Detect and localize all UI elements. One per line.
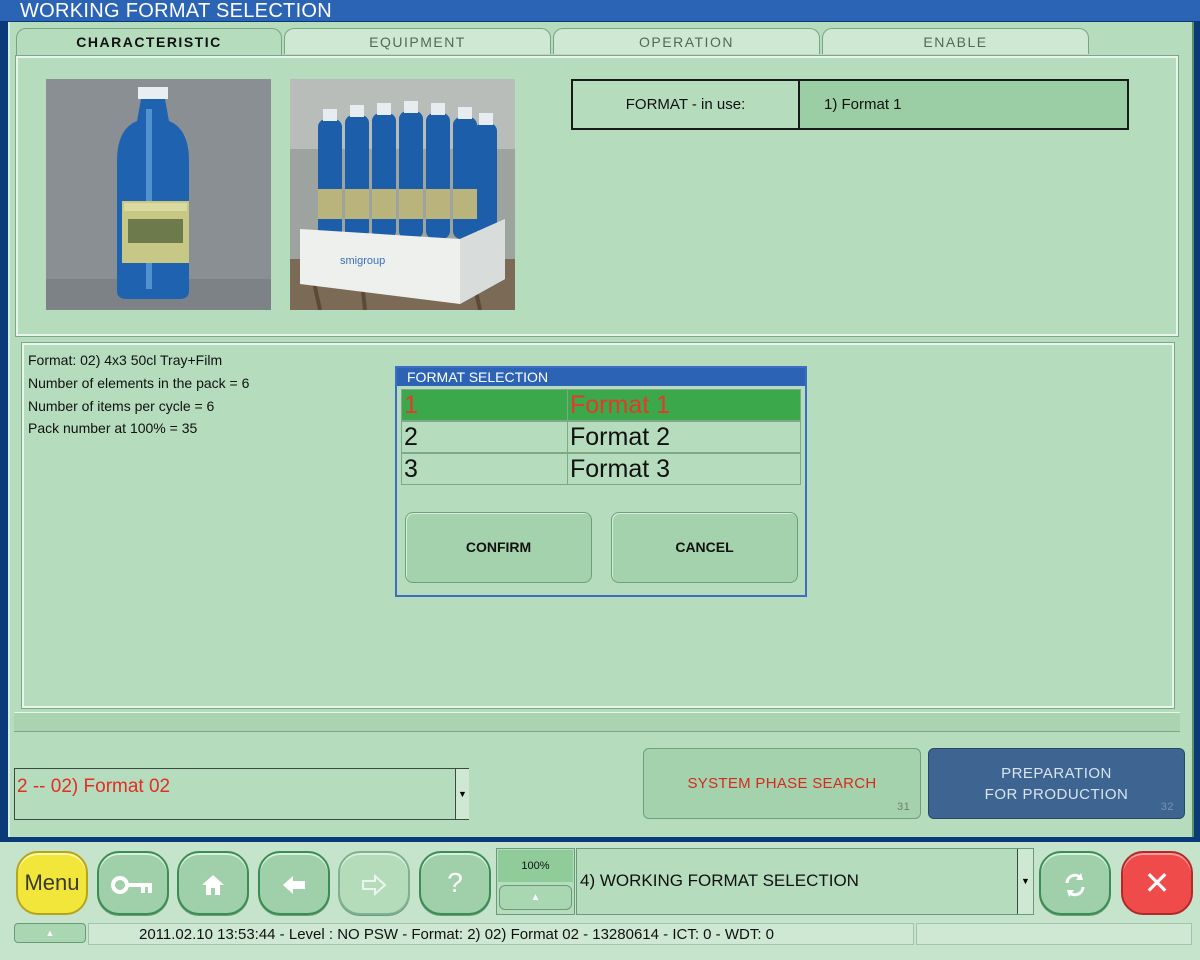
zoom-up-button[interactable]: ▲ [499,885,572,910]
zoom-level: 100% [498,850,573,882]
format-row-1[interactable]: 1 Format 1 [401,389,801,421]
info-items-per-cycle: Number of items per cycle = 6 [28,398,215,414]
chevron-down-icon[interactable]: ▼ [1017,849,1033,914]
page-selector[interactable]: 4) WORKING FORMAT SELECTION ▼ [576,848,1034,915]
format-row-name: Format 1 [567,389,801,421]
tab-characteristic[interactable]: CHARACTERISTIC [16,28,282,56]
window-title: WORKING FORMAT SELECTION [20,0,333,22]
info-format: Format: 02) 4x3 50cl Tray+Film [28,352,223,368]
separator-bar [14,712,1180,732]
back-arrow-icon[interactable] [258,851,330,915]
bottle-photo [46,79,271,310]
cancel-button[interactable]: CANCEL [611,512,798,583]
format-in-use-box: FORMAT - in use: 1) Format 1 [571,79,1129,130]
prep-label-line1: PREPARATION [1001,765,1112,782]
system-phase-search-label: SYSTEM PHASE SEARCH [687,775,877,792]
tab-enable[interactable]: ENABLE [822,28,1089,54]
prep-label-line2: FOR PRODUCTION [984,786,1129,803]
zoom-control: 100% ▲ [496,848,575,915]
current-page-label: 4) WORKING FORMAT SELECTION [580,871,859,890]
format-in-use-label: FORMAT - in use: [573,81,800,128]
info-pack-number: Pack number at 100% = 35 [28,420,198,436]
close-icon[interactable]: ✕ [1121,851,1193,915]
preparation-for-production-button[interactable]: PREPARATION FOR PRODUCTION 32 [928,748,1185,819]
button-number: 31 [897,801,910,813]
confirm-button[interactable]: CONFIRM [405,512,592,583]
info-elements-in-pack: Number of elements in the pack = 6 [28,375,250,391]
tab-equipment[interactable]: EQUIPMENT [284,28,551,54]
button-number: 32 [1160,801,1174,813]
format-row-name: Format 2 [567,421,801,453]
pack-brand-text: smigroup [340,255,385,267]
pack-photo: smigroup [290,79,515,310]
format-row-number: 2 [401,421,568,453]
status-bar: 2011.02.10 13:53:44 - Level : NO PSW - F… [88,923,914,945]
format-row-number: 3 [401,453,568,485]
format-combobox[interactable]: 2 -- 02) Format 02 ▼ [14,768,469,820]
format-selection-dialog: FORMAT SELECTION 1 Format 1 2 Format 2 3… [395,366,807,597]
format-row-2[interactable]: 2 Format 2 [401,421,801,453]
tab-operation[interactable]: OPERATION [553,28,820,54]
status-bar-right [916,923,1192,945]
format-in-use-value: 1) Format 1 [800,81,1127,128]
chevron-down-icon[interactable]: ▼ [455,769,469,819]
key-icon[interactable] [97,851,169,915]
home-icon[interactable] [177,851,249,915]
format-row-number: 1 [401,389,568,421]
window-title-bar: WORKING FORMAT SELECTION [0,0,1200,22]
system-phase-search-button[interactable]: SYSTEM PHASE SEARCH 31 [643,748,921,819]
menu-button[interactable]: Menu [16,851,88,915]
format-row-name: Format 3 [567,453,801,485]
dialog-title: FORMAT SELECTION [397,368,805,386]
help-icon[interactable]: ? [419,851,491,915]
format-row-3[interactable]: 3 Format 3 [401,453,801,485]
taskbar-expand-button[interactable]: ▲ [14,923,86,943]
refresh-icon[interactable] [1039,851,1111,915]
forward-arrow-icon[interactable] [338,851,410,915]
format-combobox-value: 2 -- 02) Format 02 [17,776,171,797]
